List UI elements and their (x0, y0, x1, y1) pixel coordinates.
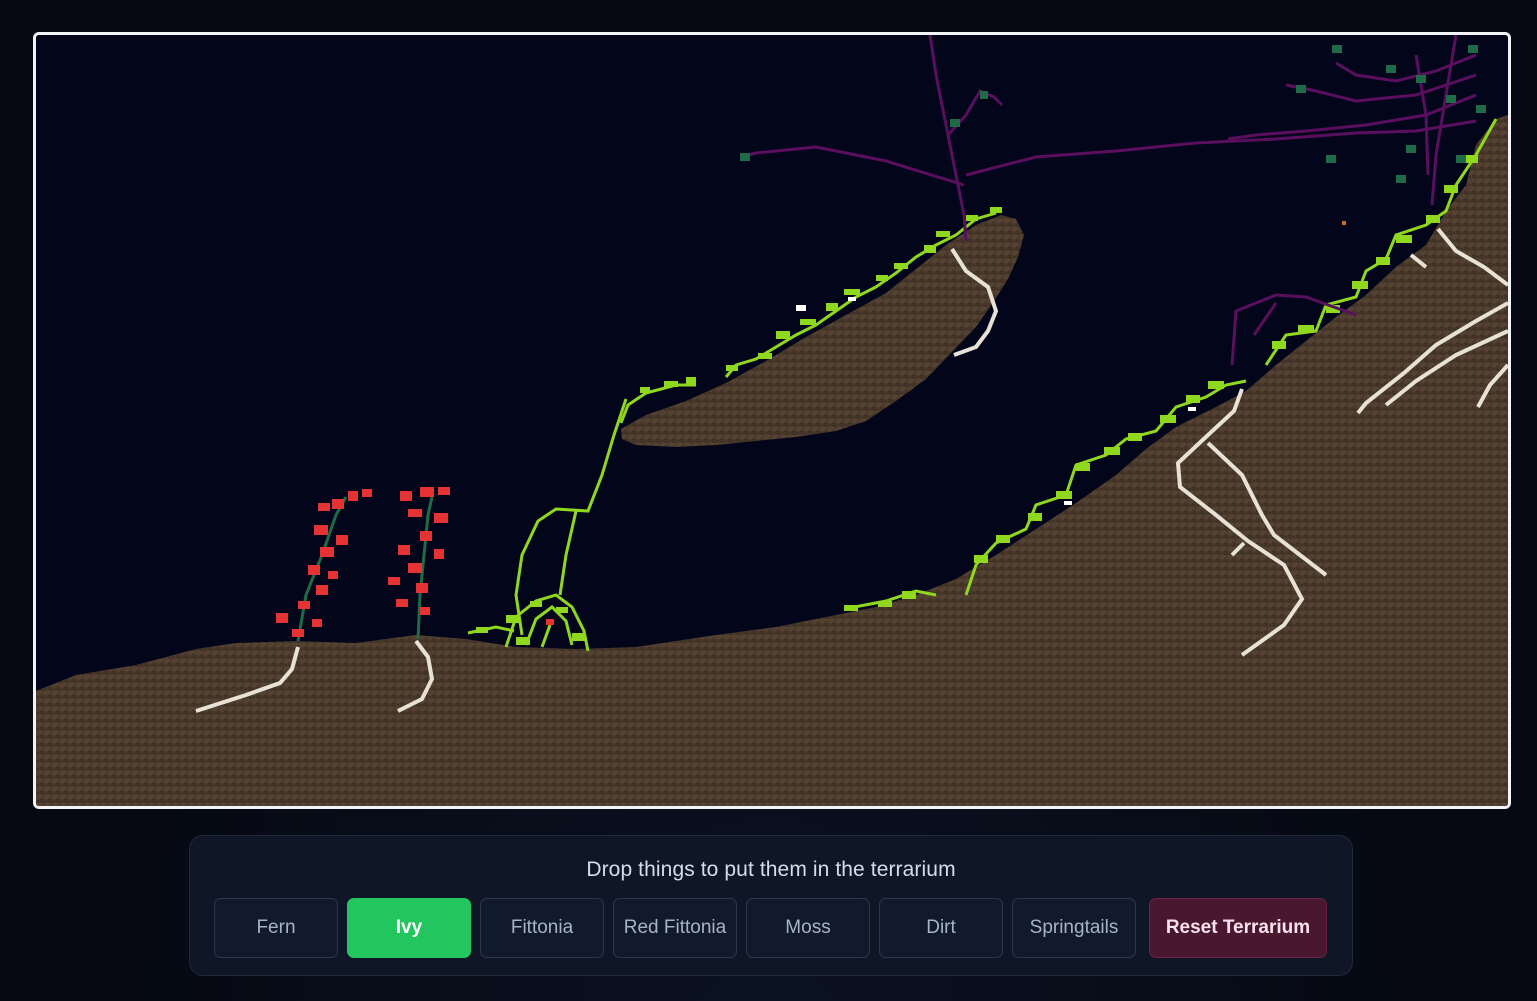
fern-button[interactable]: Fern (214, 898, 338, 958)
terrarium-scene[interactable] (36, 35, 1508, 806)
red-fittonia-button[interactable]: Red Fittonia (613, 898, 737, 958)
toolbar-panel: Drop things to put them in the terrarium… (189, 835, 1353, 976)
springtail-particle (1342, 221, 1346, 225)
fittonia-button[interactable]: Fittonia (480, 898, 604, 958)
dirt-button[interactable]: Dirt (879, 898, 1003, 958)
terrarium-canvas[interactable] (33, 32, 1511, 809)
tool-button-row: Fern Ivy Fittonia Red Fittonia Moss Dirt… (214, 898, 1327, 958)
ivy-button[interactable]: Ivy (347, 898, 471, 958)
app-root: Drop things to put them in the terrarium… (0, 0, 1537, 1001)
springtails-button[interactable]: Springtails (1012, 898, 1136, 958)
reset-terrarium-button[interactable]: Reset Terrarium (1149, 898, 1327, 958)
moss-button[interactable]: Moss (746, 898, 870, 958)
toolbar-title: Drop things to put them in the terrarium (586, 858, 956, 881)
